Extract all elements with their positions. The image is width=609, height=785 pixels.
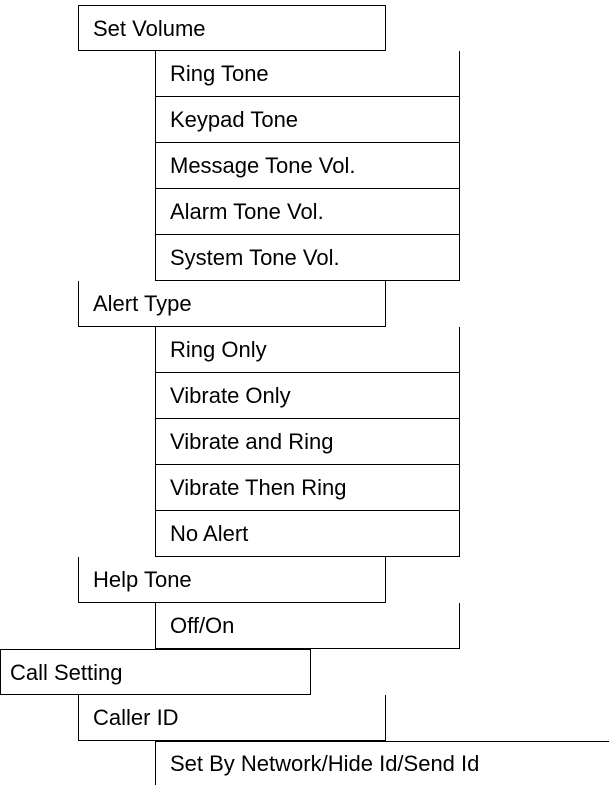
menu-item-label: Set Volume [93,16,206,41]
menu-item-message-tone-vol: Message Tone Vol. [155,143,460,189]
menu-item-call-setting: Call Setting [0,649,311,695]
menu-item-label: System Tone Vol. [170,245,340,270]
menu-item-label: Caller ID [93,705,179,730]
menu-item-help-tone: Help Tone [78,557,386,603]
menu-item-set-volume: Set Volume [78,5,386,51]
menu-item-off-on: Off/On [155,603,460,649]
menu-item-label: Alert Type [93,291,192,316]
menu-item-vibrate-then-ring: Vibrate Then Ring [155,465,460,511]
menu-item-label: Ring Only [170,337,267,362]
menu-item-vibrate-and-ring: Vibrate and Ring [155,419,460,465]
menu-item-label: Keypad Tone [170,107,299,132]
menu-item-keypad-tone: Keypad Tone [155,97,460,143]
menu-item-label: Vibrate Then Ring [170,475,347,500]
menu-item-no-alert: No Alert [155,511,460,557]
menu-item-alarm-tone-vol: Alarm Tone Vol. [155,189,460,235]
menu-item-caller-id: Caller ID [78,695,386,741]
menu-item-label: Alarm Tone Vol. [170,199,324,224]
menu-item-vibrate-only: Vibrate Only [155,373,460,419]
menu-item-label: Vibrate and Ring [170,429,334,454]
menu-item-label: Message Tone Vol. [170,153,356,178]
menu-item-label: Call Setting [10,660,123,685]
menu-item-alert-type: Alert Type [78,281,386,327]
menu-item-ring-tone: Ring Tone [155,51,460,97]
menu-tree: Set Volume Ring Tone Keypad Tone Message… [0,0,609,785]
menu-item-ring-only: Ring Only [155,327,460,373]
menu-item-set-by-network: Set By Network/Hide Id/Send Id [155,741,609,785]
menu-item-label: Vibrate Only [170,383,291,408]
menu-item-label: Ring Tone [170,61,269,86]
menu-item-label: Set By Network/Hide Id/Send Id [170,751,480,776]
menu-item-label: Off/On [170,613,235,638]
menu-item-label: Help Tone [93,567,192,592]
menu-item-system-tone-vol: System Tone Vol. [155,235,460,281]
menu-item-label: No Alert [170,521,249,546]
